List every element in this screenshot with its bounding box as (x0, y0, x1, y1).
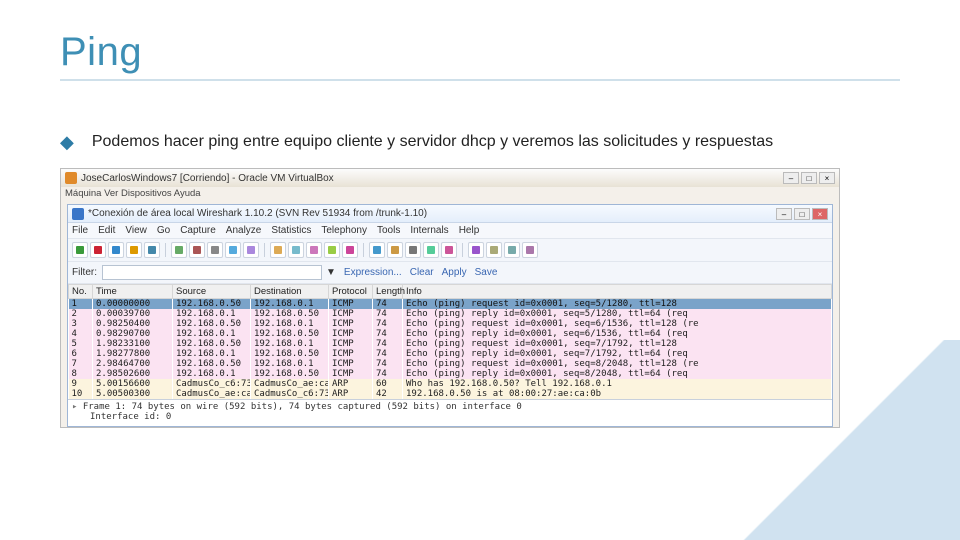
back-icon[interactable] (243, 242, 259, 258)
virtualbox-icon (65, 172, 77, 184)
table-row[interactable]: 10.00000000192.168.0.50192.168.0.1ICMP74… (69, 299, 832, 310)
vbox-menubar[interactable]: Máquina Ver Dispositivos Ayuda (61, 187, 839, 200)
filter-input[interactable] (102, 265, 322, 280)
resize-icon[interactable] (441, 242, 457, 258)
filter1-icon[interactable] (468, 242, 484, 258)
stats-icon[interactable] (504, 242, 520, 258)
vbox-title-text: JoseCarlosWindows7 [Corriendo] - Oracle … (81, 173, 334, 184)
table-row[interactable]: 20.00039700192.168.0.1192.168.0.50ICMP74… (69, 309, 832, 319)
filter2-icon[interactable] (486, 242, 502, 258)
ws-menu-view[interactable]: View (125, 225, 147, 236)
col-length[interactable]: Length (373, 285, 403, 299)
fwd-icon[interactable] (270, 242, 286, 258)
ws-menu-help[interactable]: Help (459, 225, 480, 236)
ws-menu-statistics[interactable]: Statistics (271, 225, 311, 236)
ws-menu-edit[interactable]: Edit (98, 225, 115, 236)
vbox-close-button[interactable]: × (819, 172, 835, 184)
ws-titlebar[interactable]: *Conexión de área local Wireshark 1.10.2… (68, 205, 832, 223)
table-header-row[interactable]: No.TimeSourceDestinationProtocolLengthIn… (69, 285, 832, 299)
table-row[interactable]: 61.98277800192.168.0.1192.168.0.50ICMP74… (69, 349, 832, 359)
ws-menu-go[interactable]: Go (157, 225, 170, 236)
ws-menu-capture[interactable]: Capture (180, 225, 216, 236)
ws-close-button[interactable]: × (812, 208, 828, 220)
filter-label: Filter: (72, 267, 98, 278)
bullet-item: ◆ Podemos hacer ping entre equipo client… (60, 131, 900, 154)
detail-frame-line[interactable]: Frame 1: 74 bytes on wire (592 bits), 74… (72, 402, 828, 412)
detail-interface-line: Interface id: 0 (72, 412, 828, 422)
reload-icon[interactable] (207, 242, 223, 258)
ws-menu-tools[interactable]: Tools (377, 225, 400, 236)
page-title: Ping (60, 30, 900, 81)
colorize-icon[interactable] (342, 242, 358, 258)
options-icon[interactable] (126, 242, 142, 258)
ws-filter-bar: Filter: ▼ Expression... Clear Apply Save (68, 262, 832, 284)
ws-menubar[interactable]: File Edit View Go Capture Analyze Statistics Te… (68, 223, 832, 239)
packet-list[interactable]: No.TimeSourceDestinationProtocolLengthIn… (68, 284, 832, 399)
ws-maximize-button[interactable]: □ (794, 208, 810, 220)
ws-title-text: *Conexión de área local Wireshark 1.10.2… (88, 208, 427, 219)
table-row[interactable]: 30.98250400192.168.0.50192.168.0.1ICMP74… (69, 319, 832, 329)
col-destination[interactable]: Destination (251, 285, 329, 299)
virtualbox-window: JoseCarlosWindows7 [Corriendo] - Oracle … (60, 168, 840, 428)
vbox-maximize-button[interactable]: □ (801, 172, 817, 184)
ws-menu-telephony[interactable]: Telephony (321, 225, 367, 236)
bullet-text: Podemos hacer ping entre equipo cliente … (92, 131, 773, 154)
filter-save-button[interactable]: Save (475, 267, 498, 278)
ws-toolbar[interactable] (68, 239, 832, 262)
table-row[interactable]: 105.00500300CadmusCo_ae:ca:0bCadmusCo_c6… (69, 389, 832, 399)
autoscroll-icon[interactable] (369, 242, 385, 258)
stop-icon[interactable] (90, 242, 106, 258)
filter-expression-button[interactable]: Expression... (344, 267, 402, 278)
col-source[interactable]: Source (173, 285, 251, 299)
goto-icon[interactable] (288, 242, 304, 258)
slide-accent (730, 340, 960, 540)
ws-minimize-button[interactable]: – (776, 208, 792, 220)
packet-details-pane[interactable]: Frame 1: 74 bytes on wire (592 bits), 74… (68, 399, 832, 426)
zoomout-icon[interactable] (405, 242, 421, 258)
wireshark-window: *Conexión de área local Wireshark 1.10.2… (67, 204, 833, 427)
save-icon[interactable] (171, 242, 187, 258)
table-row[interactable]: 95.00156600CadmusCo_c6:73:e2CadmusCo_ae:… (69, 379, 832, 389)
bullet-mark-icon: ◆ (60, 131, 74, 154)
wireshark-icon (72, 208, 84, 220)
col-no[interactable]: No. (69, 285, 93, 299)
help-icon[interactable] (522, 242, 538, 258)
col-time[interactable]: Time (93, 285, 173, 299)
last-icon[interactable] (324, 242, 340, 258)
zoom100-icon[interactable] (423, 242, 439, 258)
first-icon[interactable] (306, 242, 322, 258)
table-row[interactable]: 40.98290700192.168.0.1192.168.0.50ICMP74… (69, 329, 832, 339)
ws-menu-analyze[interactable]: Analyze (226, 225, 262, 236)
find-icon[interactable] (225, 242, 241, 258)
ws-menu-internals[interactable]: Internals (410, 225, 448, 236)
vbox-titlebar[interactable]: JoseCarlosWindows7 [Corriendo] - Oracle … (61, 169, 839, 187)
col-info[interactable]: Info (403, 285, 832, 299)
col-protocol[interactable]: Protocol (329, 285, 373, 299)
table-row[interactable]: 82.98502600192.168.0.1192.168.0.50ICMP74… (69, 369, 832, 379)
table-row[interactable]: 72.98464700192.168.0.50192.168.0.1ICMP74… (69, 359, 832, 369)
vbox-minimize-button[interactable]: – (783, 172, 799, 184)
restart-icon[interactable] (108, 242, 124, 258)
zoomin-icon[interactable] (387, 242, 403, 258)
close-icon[interactable] (189, 242, 205, 258)
capture-icon[interactable] (72, 242, 88, 258)
open-icon[interactable] (144, 242, 160, 258)
filter-apply-button[interactable]: Apply (442, 267, 467, 278)
filter-clear-button[interactable]: Clear (410, 267, 434, 278)
table-row[interactable]: 51.98233100192.168.0.50192.168.0.1ICMP74… (69, 339, 832, 349)
ws-menu-file[interactable]: File (72, 225, 88, 236)
